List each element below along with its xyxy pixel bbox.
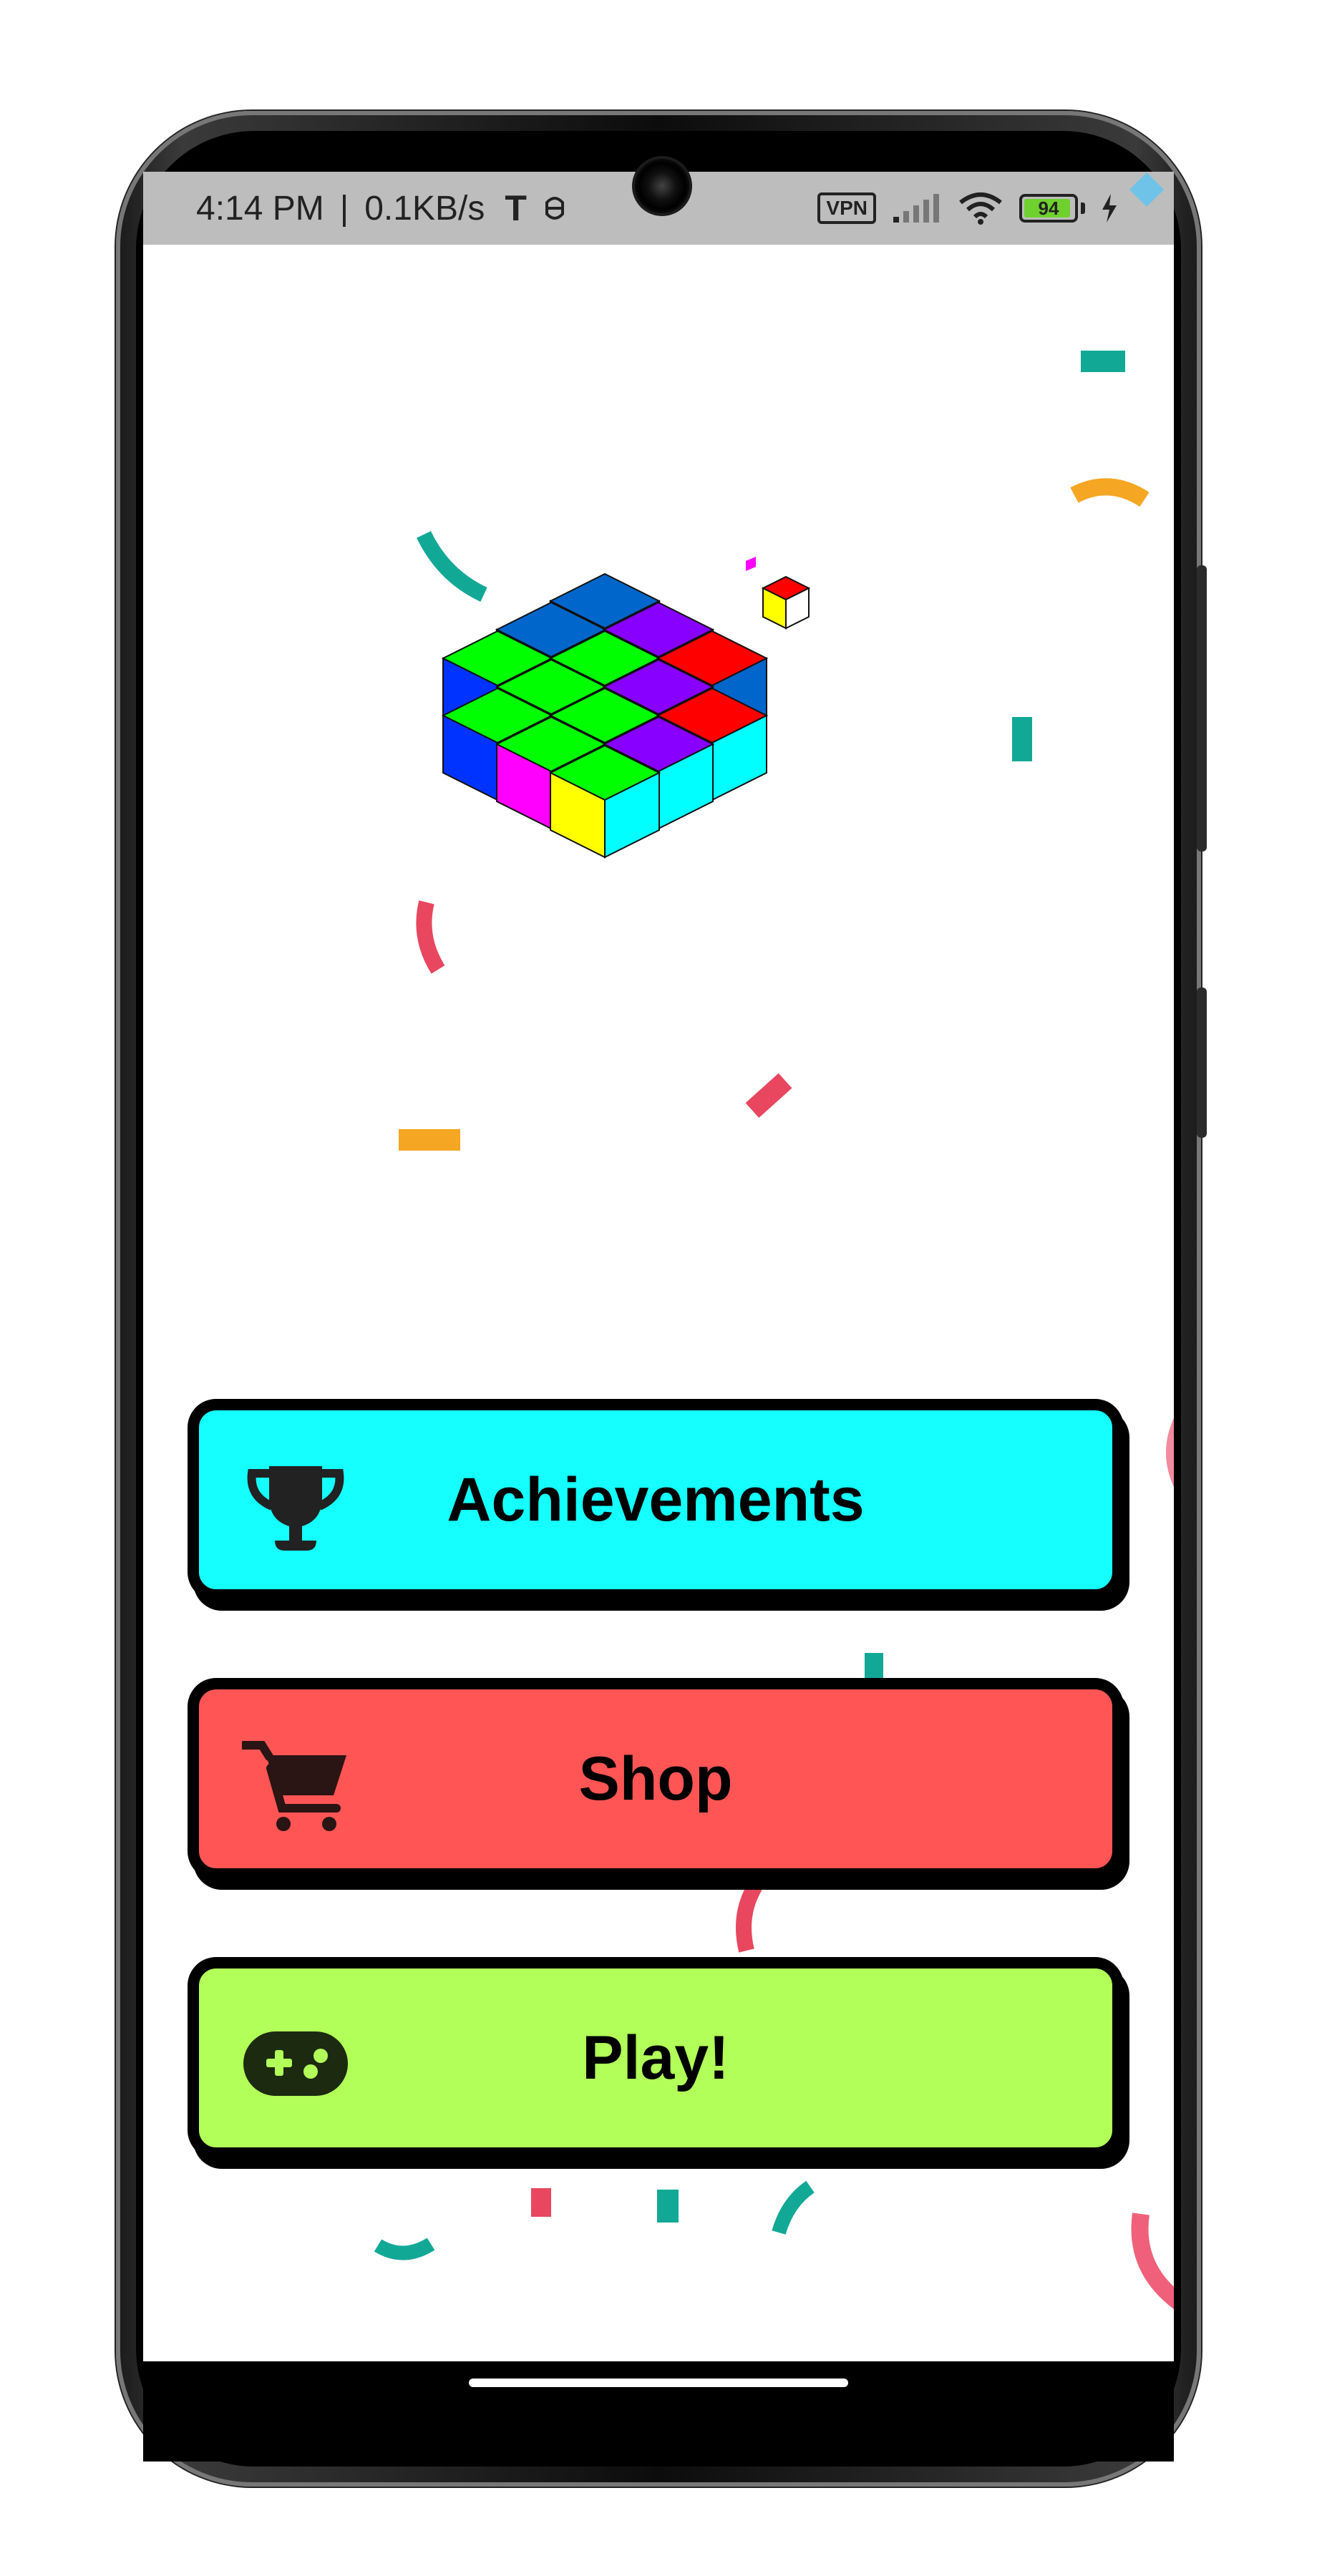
confetti-piece	[1131, 2212, 1174, 2309]
confetti-piece	[1070, 478, 1149, 507]
floating-tiny-cube	[746, 557, 756, 571]
play-label: Play!	[582, 2023, 729, 2092]
confetti-piece	[374, 2238, 435, 2260]
achievements-label: Achievements	[447, 1465, 865, 1534]
play-button[interactable]: Play!	[188, 1957, 1129, 2169]
confetti-piece	[745, 1073, 792, 1118]
gamepad-icon	[243, 2031, 348, 2096]
app-screen: 4:14 PM | 0.1KB/s T VPN 94 Achievements …	[143, 172, 1174, 2361]
confetti-piece	[1012, 717, 1032, 761]
floating-small-cube	[761, 575, 811, 630]
battery-icon: 94	[1019, 194, 1078, 223]
battery-level: 94	[1038, 197, 1059, 219]
battery-tip	[1081, 203, 1085, 214]
confetti-piece	[1166, 1418, 1174, 1487]
achievements-button[interactable]: Achievements	[188, 1399, 1129, 1611]
confetti-piece	[1081, 351, 1125, 372]
notification-app-icon	[545, 197, 564, 220]
status-time: 4:14 PM	[196, 189, 324, 228]
play-button-face[interactable]: Play!	[188, 1957, 1124, 2159]
achievements-button-face[interactable]: Achievements	[188, 1399, 1124, 1601]
cube-stack-icon	[441, 557, 811, 859]
shop-button-face[interactable]: Shop	[188, 1678, 1124, 1880]
status-separator: |	[339, 189, 349, 228]
vpn-icon: VPN	[817, 192, 876, 224]
confetti-piece	[531, 2188, 551, 2217]
t-app-icon: T	[505, 188, 527, 228]
wifi-icon	[959, 192, 1002, 225]
trophy-icon	[247, 1466, 344, 1551]
confetti-piece	[399, 1129, 460, 1151]
charging-icon	[1102, 194, 1117, 223]
confetti-piece	[736, 1882, 762, 1953]
shop-label: Shop	[578, 1744, 733, 1813]
front-camera	[632, 156, 692, 216]
shop-button[interactable]: Shop	[188, 1678, 1129, 1890]
shopping-cart-icon	[242, 1741, 346, 1831]
signal-icon	[893, 194, 939, 223]
volume-button	[1197, 987, 1207, 1138]
navigation-bar	[143, 2361, 1174, 2462]
status-left: 4:14 PM | 0.1KB/s T	[196, 187, 567, 229]
home-gesture-bar[interactable]	[469, 2379, 848, 2387]
confetti-piece	[772, 2181, 815, 2235]
status-network-speed: 0.1KB/s	[364, 189, 485, 228]
status-right: VPN 94	[817, 191, 1118, 225]
confetti-piece	[657, 2190, 679, 2223]
power-button	[1197, 565, 1207, 852]
